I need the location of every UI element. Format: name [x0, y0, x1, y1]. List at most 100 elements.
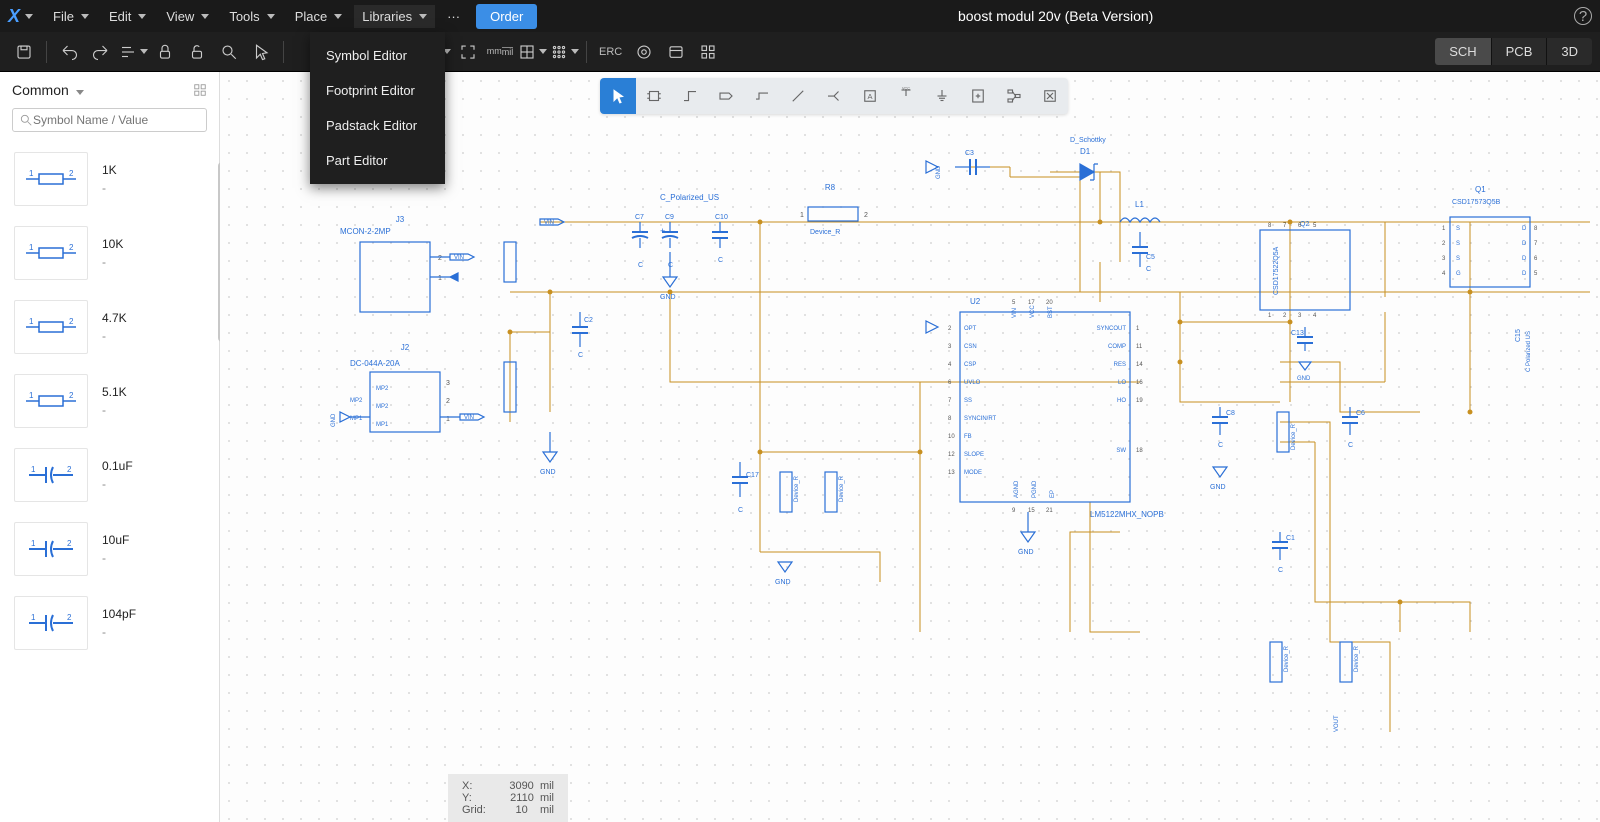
svg-text:VCC: VCC: [1030, 305, 1036, 318]
menu-libraries[interactable]: Libraries: [354, 5, 435, 28]
component-thumb: 12: [14, 374, 88, 428]
menu-tools[interactable]: Tools: [221, 5, 282, 28]
unlock-icon[interactable]: [181, 36, 213, 68]
status-bar: X:3090 mil Y:2110 mil Grid:10 mil: [448, 774, 568, 822]
component-item[interactable]: 1210uF-: [0, 512, 219, 586]
sidebar-header[interactable]: Common: [12, 82, 84, 98]
noconnect-tool[interactable]: [1032, 78, 1068, 114]
svg-text:8: 8: [1268, 223, 1272, 229]
component-item[interactable]: 124.7K-: [0, 290, 219, 364]
view-tab-sch[interactable]: SCH: [1435, 38, 1490, 65]
power-tool[interactable]: VCC: [888, 78, 924, 114]
component-sub: -: [102, 255, 123, 269]
svg-text:C: C: [1278, 567, 1283, 574]
order-button[interactable]: Order: [476, 4, 537, 29]
svg-text:C5: C5: [1146, 254, 1155, 261]
svg-text:FB: FB: [964, 434, 972, 440]
align-icon[interactable]: [117, 36, 149, 68]
view-tab-3d[interactable]: 3D: [1547, 38, 1592, 65]
components-icon[interactable]: [692, 36, 724, 68]
svg-text:GND: GND: [1297, 376, 1311, 382]
cursor-tool-icon[interactable]: [245, 36, 277, 68]
app-logo-button[interactable]: X: [8, 6, 33, 27]
svg-text:C8: C8: [1226, 410, 1235, 417]
svg-text:MP2: MP2: [376, 386, 389, 392]
dropdown-part-editor[interactable]: Part Editor: [310, 143, 445, 178]
view-tab-pcb[interactable]: PCB: [1492, 38, 1547, 65]
undo-icon[interactable]: [53, 36, 85, 68]
fit-icon[interactable]: [452, 36, 484, 68]
component-thumb: 12: [14, 152, 88, 206]
menu-edit[interactable]: Edit: [101, 5, 154, 28]
gnd-tool[interactable]: [924, 78, 960, 114]
component-item[interactable]: 125.1K-: [0, 364, 219, 438]
dots-grid-icon[interactable]: [548, 36, 580, 68]
svg-text:C: C: [578, 352, 583, 359]
svg-text:1: 1: [438, 275, 442, 282]
menu-overflow[interactable]: ···: [439, 5, 468, 28]
svg-text:20: 20: [1046, 300, 1053, 306]
svg-text:VIN: VIN: [454, 255, 464, 261]
unit-toggle[interactable]: mmmil: [484, 36, 516, 68]
help-icon[interactable]: ?: [1574, 7, 1592, 25]
erc-circle-icon[interactable]: [628, 36, 660, 68]
component-sub: -: [102, 477, 133, 491]
dropdown-footprint-editor[interactable]: Footprint Editor: [310, 73, 445, 108]
svg-text:SS: SS: [964, 398, 972, 404]
panel-icon[interactable]: [660, 36, 692, 68]
svg-text:GND: GND: [775, 579, 791, 586]
menu-view[interactable]: View: [158, 5, 217, 28]
save-icon[interactable]: [8, 36, 40, 68]
grid-icon[interactable]: [516, 36, 548, 68]
component-item[interactable]: 121K-: [0, 142, 219, 216]
svg-text:1: 1: [31, 465, 36, 474]
svg-text:7: 7: [948, 398, 952, 404]
schematic-canvas[interactable]: A VCC: [220, 72, 1600, 822]
redo-icon[interactable]: [85, 36, 117, 68]
grid-view-icon[interactable]: [193, 83, 207, 97]
svg-text:OPT: OPT: [964, 326, 977, 332]
symbol-search[interactable]: [12, 108, 207, 132]
svg-text:15: 15: [1028, 508, 1035, 514]
svg-text:C: C: [1146, 266, 1151, 273]
dropdown-symbol-editor[interactable]: Symbol Editor: [310, 38, 445, 73]
netlabel-tool[interactable]: [708, 78, 744, 114]
svg-text:BST: BST: [1048, 306, 1054, 318]
menu-file[interactable]: File: [45, 5, 97, 28]
svg-text:HO: HO: [1117, 398, 1126, 404]
search-input[interactable]: [33, 113, 200, 127]
component-item[interactable]: 1210K-: [0, 216, 219, 290]
svg-text:VIN: VIN: [1012, 308, 1018, 318]
select-tool[interactable]: [600, 78, 636, 114]
svg-text:J3: J3: [396, 215, 405, 224]
svg-text:2: 2: [864, 212, 868, 219]
search-icon[interactable]: [213, 36, 245, 68]
svg-text:C15: C15: [1515, 329, 1522, 342]
svg-text:RES: RES: [1114, 362, 1126, 368]
busentry-tool[interactable]: [816, 78, 852, 114]
svg-text:LM5122MHX_NOPB: LM5122MHX_NOPB: [1090, 510, 1164, 519]
svg-text:C Polarized US: C Polarized US: [1526, 331, 1532, 372]
text-tool[interactable]: A: [852, 78, 888, 114]
svg-text:SLOPE: SLOPE: [964, 452, 984, 458]
dropdown-padstack-editor[interactable]: Padstack Editor: [310, 108, 445, 143]
svg-text:D: D: [1522, 271, 1527, 277]
bus-tool[interactable]: [744, 78, 780, 114]
erc-label[interactable]: ERC: [599, 46, 622, 58]
svg-text:6: 6: [948, 380, 952, 386]
wire-tool[interactable]: [672, 78, 708, 114]
svg-text:C6: C6: [1356, 410, 1365, 417]
chip-tool[interactable]: [636, 78, 672, 114]
component-item[interactable]: 12104pF-: [0, 586, 219, 660]
line-tool[interactable]: [780, 78, 816, 114]
hierarchy-tool[interactable]: [996, 78, 1032, 114]
svg-text:GND: GND: [936, 165, 942, 179]
svg-text:CSD17522Q5A: CSD17522Q5A: [1273, 246, 1280, 295]
svg-text:D: D: [1522, 241, 1527, 247]
svg-text:3: 3: [1298, 313, 1302, 319]
menu-place[interactable]: Place: [287, 5, 351, 28]
lock-icon[interactable]: [149, 36, 181, 68]
svg-text:8: 8: [1534, 226, 1538, 232]
component-item[interactable]: 120.1uF-: [0, 438, 219, 512]
sheet-tool[interactable]: [960, 78, 996, 114]
